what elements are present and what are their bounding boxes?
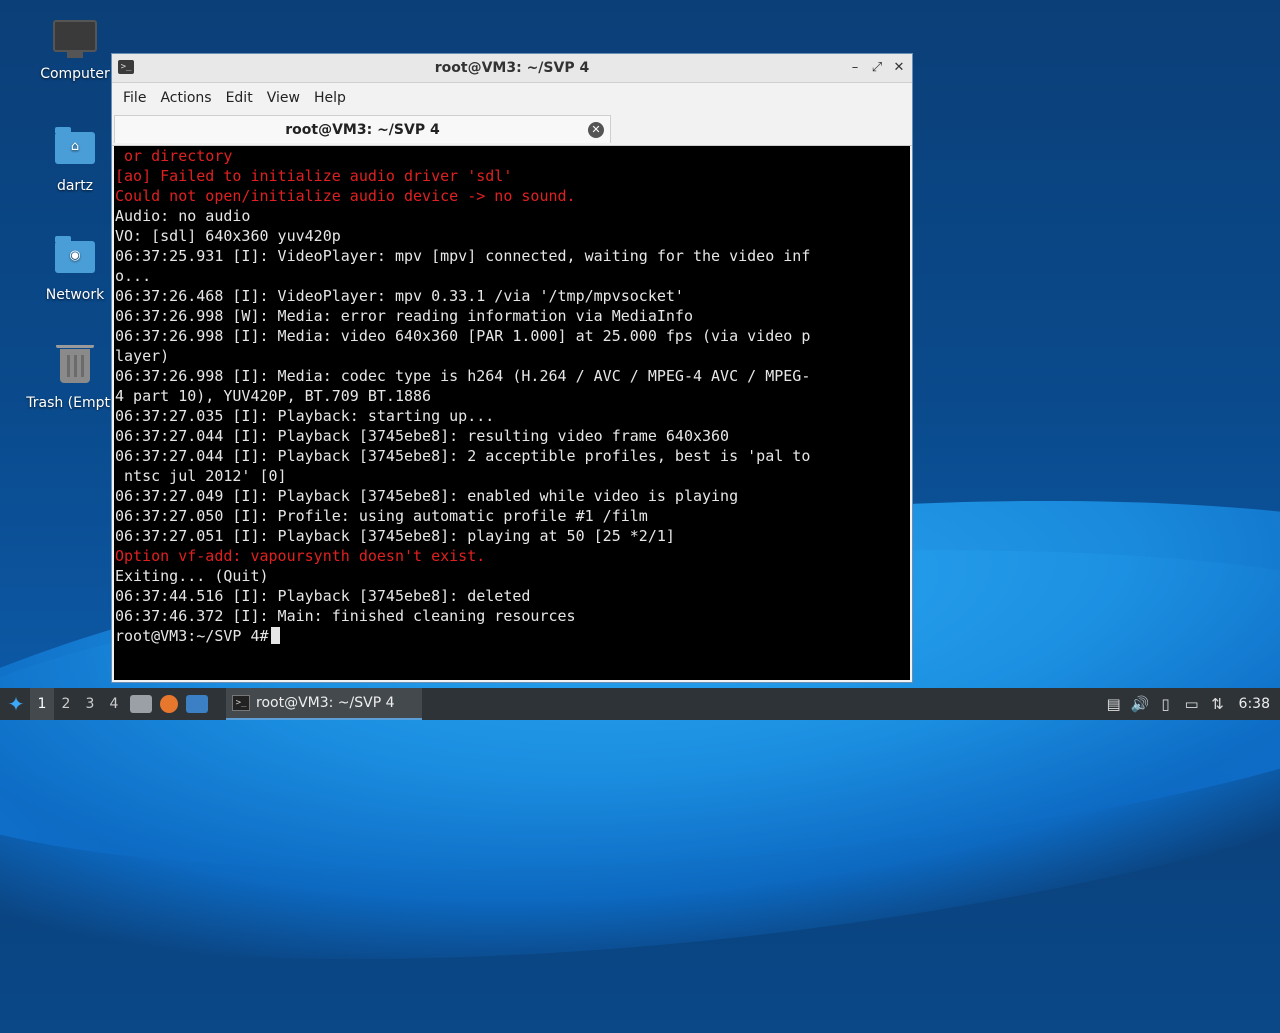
terminal-line: 06:37:26.468 [I]: VideoPlayer: mpv 0.33.…: [115, 287, 684, 305]
home-folder-icon: ⌂: [53, 127, 97, 172]
menu-file[interactable]: File: [116, 83, 153, 113]
menu-edit[interactable]: Edit: [219, 83, 260, 113]
clipboard-icon[interactable]: ▤: [1105, 695, 1123, 713]
terminal-line: Audio: no audio: [115, 207, 251, 225]
desktop-icon-home[interactable]: ⌂ dartz: [25, 127, 125, 194]
menu-actions[interactable]: Actions: [153, 83, 218, 113]
terminal-line: 06:37:27.050 [I]: Profile: using automat…: [115, 507, 648, 525]
terminal-line: VO: [sdl] 640x360 yuv420p: [115, 227, 341, 245]
firefox-icon[interactable]: [160, 695, 178, 713]
terminal-line: [ao] Failed to initialize audio driver '…: [115, 167, 513, 185]
maximize-button[interactable]: ⤢: [870, 61, 884, 75]
terminal-line: layer): [115, 347, 170, 365]
task-label: root@VM3: ~/SVP 4: [256, 695, 395, 711]
shell-prompt: root@VM3:~/SVP 4#: [115, 627, 269, 645]
terminal-icon: >_: [232, 695, 250, 711]
trash-icon: [53, 345, 97, 389]
workspace-4[interactable]: 4: [102, 688, 126, 720]
display-icon[interactable]: ▭: [1183, 695, 1201, 713]
taskbar: ✦ 1 2 3 4 >_ root@VM3: ~/SVP 4 ▤ 🔊 ▯ ▭ ⇅…: [0, 688, 1280, 720]
terminal-line: Could not open/initialize audio device -…: [115, 187, 576, 205]
volume-icon[interactable]: 🔊: [1131, 695, 1150, 713]
window-title: root@VM3: ~/SVP 4: [434, 60, 590, 76]
menubar: File Actions Edit View Help: [112, 83, 912, 113]
close-button[interactable]: ✕: [892, 61, 906, 75]
show-desktop-icon[interactable]: [186, 695, 208, 713]
desktop-icon-computer[interactable]: Computer: [25, 20, 125, 82]
terminal-line: 06:37:27.035 [I]: Playback: starting up.…: [115, 407, 495, 425]
terminal-line: 06:37:44.516 [I]: Playback [3745ebe8]: d…: [115, 587, 531, 605]
terminal-line: 06:37:27.051 [I]: Playback [3745ebe8]: p…: [115, 527, 675, 545]
workspace-3[interactable]: 3: [78, 688, 102, 720]
terminal-line: 06:37:26.998 [I]: Media: codec type is h…: [115, 367, 811, 385]
network-update-icon[interactable]: ⇅: [1209, 695, 1227, 713]
terminal-line: ntsc jul 2012' [0]: [115, 467, 287, 485]
terminal-line: 06:37:27.044 [I]: Playback [3745ebe8]: 2…: [115, 447, 811, 465]
text-cursor: [270, 627, 280, 644]
clock[interactable]: 6:38: [1239, 696, 1270, 712]
tabbar: root@VM3: ~/SVP 4 ✕: [112, 113, 912, 146]
workspace-1[interactable]: 1: [30, 688, 54, 720]
menu-view[interactable]: View: [260, 83, 307, 113]
terminal-line: 06:37:25.931 [I]: VideoPlayer: mpv [mpv]…: [115, 247, 811, 265]
notes-icon[interactable]: ▯: [1157, 695, 1175, 713]
terminal-window: >_ root@VM3: ~/SVP 4 – ⤢ ✕ File Actions …: [111, 53, 913, 683]
file-manager-icon[interactable]: [130, 695, 152, 713]
terminal-line: 06:37:46.372 [I]: Main: finished cleanin…: [115, 607, 576, 625]
network-folder-icon: ◉: [53, 236, 97, 281]
minimize-button[interactable]: –: [848, 61, 862, 75]
taskbar-task-terminal[interactable]: >_ root@VM3: ~/SVP 4: [226, 688, 422, 720]
desktop-icon-network[interactable]: ◉ Network: [25, 236, 125, 303]
tab-close-icon[interactable]: ✕: [588, 122, 604, 138]
workspace-2[interactable]: 2: [54, 688, 78, 720]
terminal-prompt-line[interactable]: root@VM3:~/SVP 4#: [114, 626, 910, 646]
start-menu-icon[interactable]: ✦: [2, 690, 30, 718]
computer-icon: [53, 20, 97, 60]
terminal-output[interactable]: or directory [ao] Failed to initialize au…: [114, 146, 910, 680]
terminal-line: 06:37:27.049 [I]: Playback [3745ebe8]: e…: [115, 487, 739, 505]
terminal-line: o...: [115, 267, 152, 285]
terminal-line: or directory: [115, 147, 233, 165]
terminal-line: Option vf-add: vapoursynth doesn't exist…: [115, 547, 486, 565]
desktop-icon-label: dartz: [56, 178, 94, 194]
terminal-line: 06:37:26.998 [I]: Media: video 640x360 […: [115, 327, 811, 345]
desktop-icon-label: Computer: [40, 66, 110, 82]
window-titlebar[interactable]: >_ root@VM3: ~/SVP 4 – ⤢ ✕: [112, 54, 912, 83]
terminal-line: 06:37:26.998 [W]: Media: error reading i…: [115, 307, 693, 325]
terminal-line: 4 part 10), YUV420P, BT.709 BT.1886: [115, 387, 432, 405]
system-tray: ▤ 🔊 ▯ ▭ ⇅ 6:38: [1105, 688, 1280, 720]
terminal-line: Exiting... (Quit): [115, 567, 269, 585]
tab-label: root@VM3: ~/SVP 4: [285, 122, 440, 138]
terminal-line: 06:37:27.044 [I]: Playback [3745ebe8]: r…: [115, 427, 730, 445]
menu-help[interactable]: Help: [307, 83, 353, 113]
desktop-icon-label: Network: [45, 287, 105, 303]
terminal-tab[interactable]: root@VM3: ~/SVP 4 ✕: [114, 115, 611, 143]
